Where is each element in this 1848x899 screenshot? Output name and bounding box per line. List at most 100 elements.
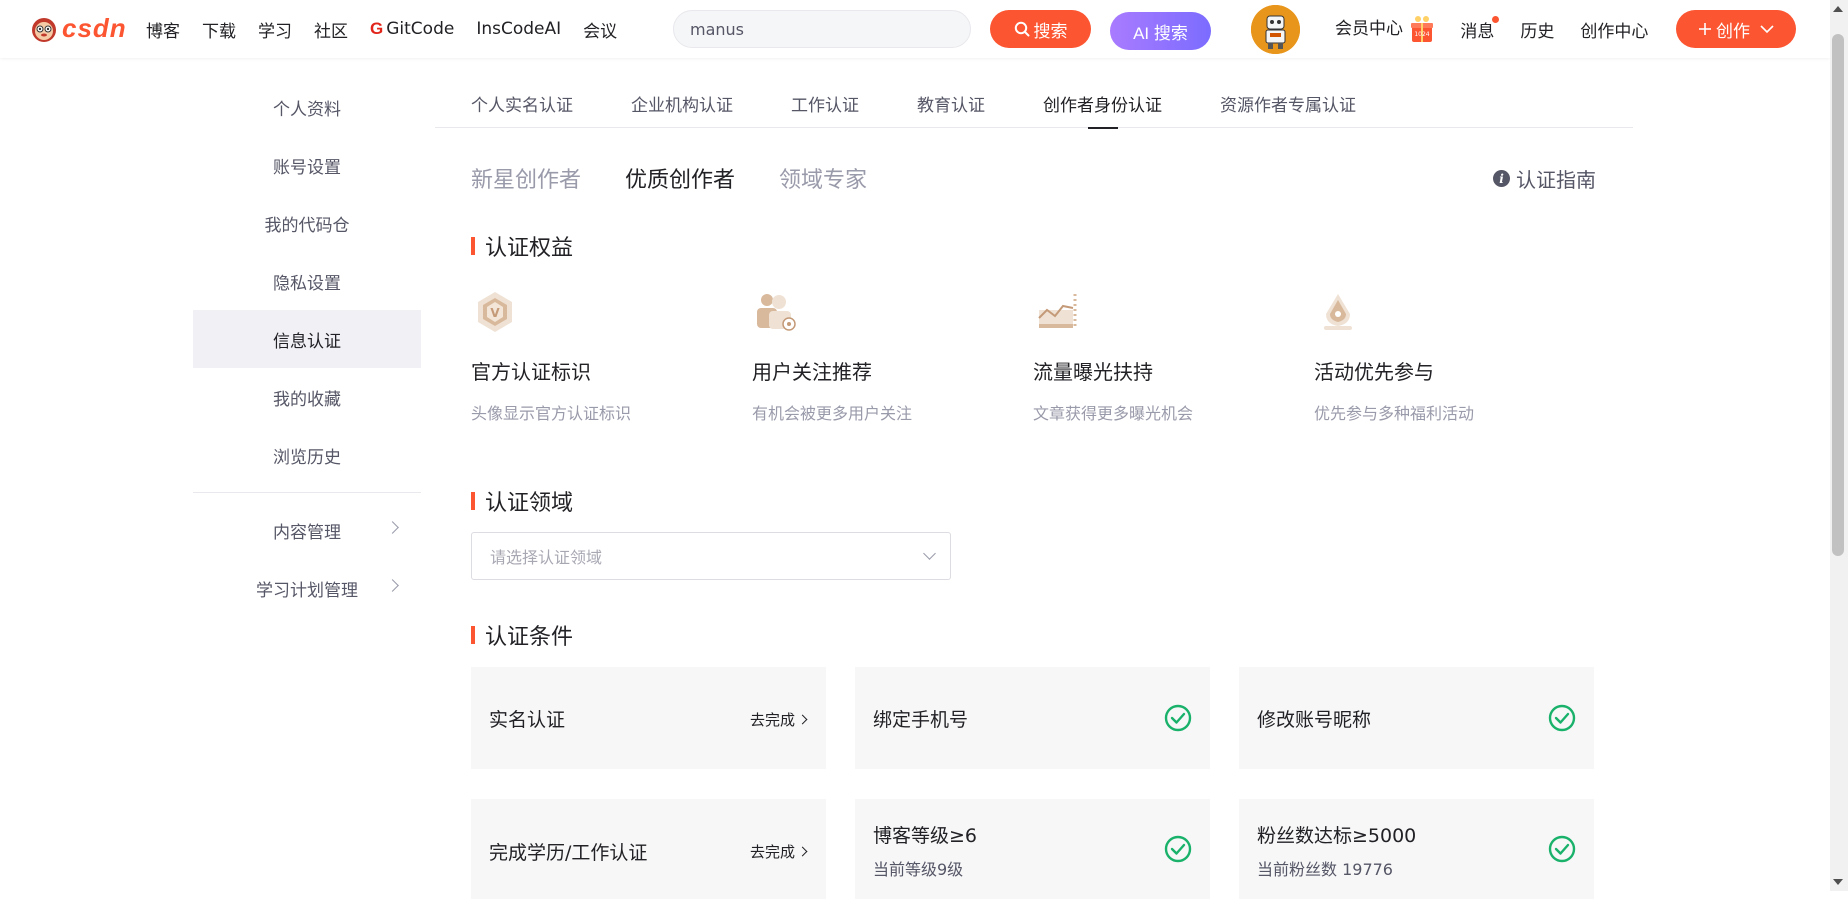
condition-complete-label: 去完成 <box>749 711 795 729</box>
unread-dot <box>1492 15 1500 23</box>
check-circle-icon <box>1164 704 1192 732</box>
search-input[interactable]: manus <box>673 10 971 48</box>
condition-complete-link[interactable]: 去完成 <box>750 841 808 862</box>
member-center-label: 会员中心 <box>1335 19 1403 39</box>
guide-link[interactable]: i 认证指南 <box>1493 164 1596 193</box>
benefit-desc: 头像显示官方认证标识 <box>471 404 632 423</box>
nav-meeting[interactable]: 会议 <box>583 17 617 42</box>
condition-card: 实名认证 去完成 <box>471 667 826 769</box>
create-button[interactable]: 创作 <box>1676 10 1796 48</box>
sidebar-group-study-plan-label: 学习计划管理 <box>256 580 358 601</box>
top-navbar: csdn 博客 下载 学习 社区 G GitCode InsCodeAI 会议 m… <box>0 0 1830 58</box>
check-circle-icon <box>1548 835 1576 863</box>
tab-work[interactable]: 工作认证 <box>791 78 859 128</box>
nav-inscodeai[interactable]: InsCodeAI <box>476 19 561 39</box>
nav-download[interactable]: 下载 <box>202 17 236 42</box>
scrollbar-thumb[interactable] <box>1832 34 1844 556</box>
nav-blog[interactable]: 博客 <box>146 17 180 42</box>
search-button-label: 搜索 <box>1033 21 1068 41</box>
condition-title: 粉丝数达标≥5000 <box>1257 825 1417 847</box>
benefit-item: 流量曝光扶持 文章获得更多曝光机会 <box>1033 288 1314 424</box>
info-icon: i <box>1493 170 1510 187</box>
mascot-icon <box>32 17 56 42</box>
avatar-robot-icon <box>1251 5 1300 54</box>
sidebar-group-content[interactable]: 内容管理 <box>193 501 421 559</box>
benefit-desc: 优先参与多种福利活动 <box>1314 404 1475 423</box>
gitcode-icon: G <box>370 19 384 38</box>
domain-select[interactable]: 请选择认证领域 <box>471 532 951 580</box>
ai-search-button[interactable]: AI 搜索 <box>1110 12 1211 50</box>
nav-learn[interactable]: 学习 <box>258 17 292 42</box>
svg-text:V: V <box>490 306 500 320</box>
verified-badge-icon: V <box>478 292 512 332</box>
tab-personal-realname[interactable]: 个人实名认证 <box>471 78 573 128</box>
sidebar-item-repos[interactable]: 我的代码仓 <box>193 194 421 252</box>
benefit-item: V 官方认证标识 头像显示官方认证标识 <box>471 288 752 424</box>
benefit-item: 用户关注推荐 有机会被更多用户关注 <box>752 288 1033 424</box>
condition-title: 博客等级≥6 <box>873 825 978 847</box>
condition-title: 绑定手机号 <box>873 709 969 731</box>
condition-card: 绑定手机号 <box>855 667 1210 769</box>
history-link[interactable]: 历史 <box>1520 17 1554 42</box>
gift-icon: 1024 <box>1411 16 1434 42</box>
condition-card: 修改账号昵称 <box>1239 667 1594 769</box>
domain-heading: 认证领域 <box>471 485 573 517</box>
sidebar-item-profile[interactable]: 个人资料 <box>193 78 421 136</box>
benefit-title: 官方认证标识 <box>471 360 591 384</box>
messages-link[interactable]: 消息 <box>1460 15 1500 42</box>
check-circle-icon <box>1548 704 1576 732</box>
creator-level-tabs: 新星创作者 优质创作者 领域专家 <box>471 162 911 194</box>
chevron-right-icon <box>386 579 399 592</box>
benefit-title: 用户关注推荐 <box>752 360 872 384</box>
sidebar-item-account[interactable]: 账号设置 <box>193 136 421 194</box>
scroll-down-arrow-icon[interactable] <box>1833 879 1843 885</box>
condition-title: 修改账号昵称 <box>1257 709 1372 731</box>
tab-education[interactable]: 教育认证 <box>917 78 985 128</box>
nav-gitcode-label: GitCode <box>386 19 455 39</box>
benefits-list: V 官方认证标识 头像显示官方认证标识 用户关注推荐 有机会被更多用户关注 流量… <box>471 288 1595 424</box>
chevron-right-icon <box>386 521 399 534</box>
sidebar-item-privacy[interactable]: 隐私设置 <box>193 252 421 310</box>
main-nav: 博客 下载 学习 社区 G GitCode InsCodeAI 会议 <box>146 0 639 58</box>
user-avatar[interactable] <box>1251 5 1300 54</box>
tab-resource-author[interactable]: 资源作者专属认证 <box>1220 78 1356 128</box>
tab-enterprise[interactable]: 企业机构认证 <box>631 78 733 128</box>
pen-nib-icon <box>1324 294 1352 330</box>
search-icon <box>1014 21 1029 37</box>
domain-select-placeholder: 请选择认证领域 <box>490 548 603 567</box>
nav-community[interactable]: 社区 <box>314 17 348 42</box>
sidebar-item-history[interactable]: 浏览历史 <box>193 426 421 484</box>
plus-icon <box>1699 23 1711 35</box>
logo-text: csdn <box>62 13 127 43</box>
benefit-item: 活动优先参与 优先参与多种福利活动 <box>1314 288 1595 424</box>
sidebar-group-study-plan[interactable]: 学习计划管理 <box>193 559 421 617</box>
sidebar-item-verification[interactable]: 信息认证 <box>193 310 421 368</box>
member-center-link[interactable]: 会员中心 1024 <box>1335 14 1434 44</box>
search-button[interactable]: 搜索 <box>990 10 1091 48</box>
csdn-logo[interactable]: csdn <box>29 13 127 44</box>
subtab-rising-star[interactable]: 新星创作者 <box>471 162 581 194</box>
nav-gitcode[interactable]: G GitCode <box>370 19 454 39</box>
chevron-right-icon <box>797 846 808 857</box>
user-links: 会员中心 1024 消息 历史 创作中心 <box>1335 0 1674 58</box>
settings-sidebar: 个人资料 账号设置 我的代码仓 隐私设置 信息认证 我的收藏 浏览历史 内容管理… <box>193 78 421 617</box>
subtab-domain-expert[interactable]: 领域专家 <box>779 162 867 194</box>
benefit-title: 活动优先参与 <box>1314 360 1434 384</box>
sidebar-group-content-label: 内容管理 <box>273 522 341 543</box>
benefit-desc: 有机会被更多用户关注 <box>752 404 913 423</box>
scroll-up-arrow-icon[interactable] <box>1833 6 1843 12</box>
subtab-quality-creator[interactable]: 优质创作者 <box>625 162 735 194</box>
search-input-value: manus <box>690 19 745 39</box>
condition-subtext: 当前等级9级 <box>873 860 964 879</box>
condition-complete-link[interactable]: 去完成 <box>749 709 808 730</box>
benefits-heading: 认证权益 <box>471 230 573 262</box>
verification-tabs: 个人实名认证 企业机构认证 工作认证 教育认证 创作者身份认证 资源作者专属认证 <box>435 78 1633 129</box>
condition-subtext: 当前粉丝数 19776 <box>1257 860 1393 879</box>
chevron-down-icon <box>1760 25 1774 34</box>
messages-label: 消息 <box>1460 21 1495 42</box>
sidebar-item-favorites[interactable]: 我的收藏 <box>193 368 421 426</box>
creator-center-link[interactable]: 创作中心 <box>1580 17 1648 42</box>
tab-creator[interactable]: 创作者身份认证 <box>1043 78 1162 129</box>
chevron-right-icon <box>797 714 808 725</box>
benefit-desc: 文章获得更多曝光机会 <box>1033 404 1194 423</box>
